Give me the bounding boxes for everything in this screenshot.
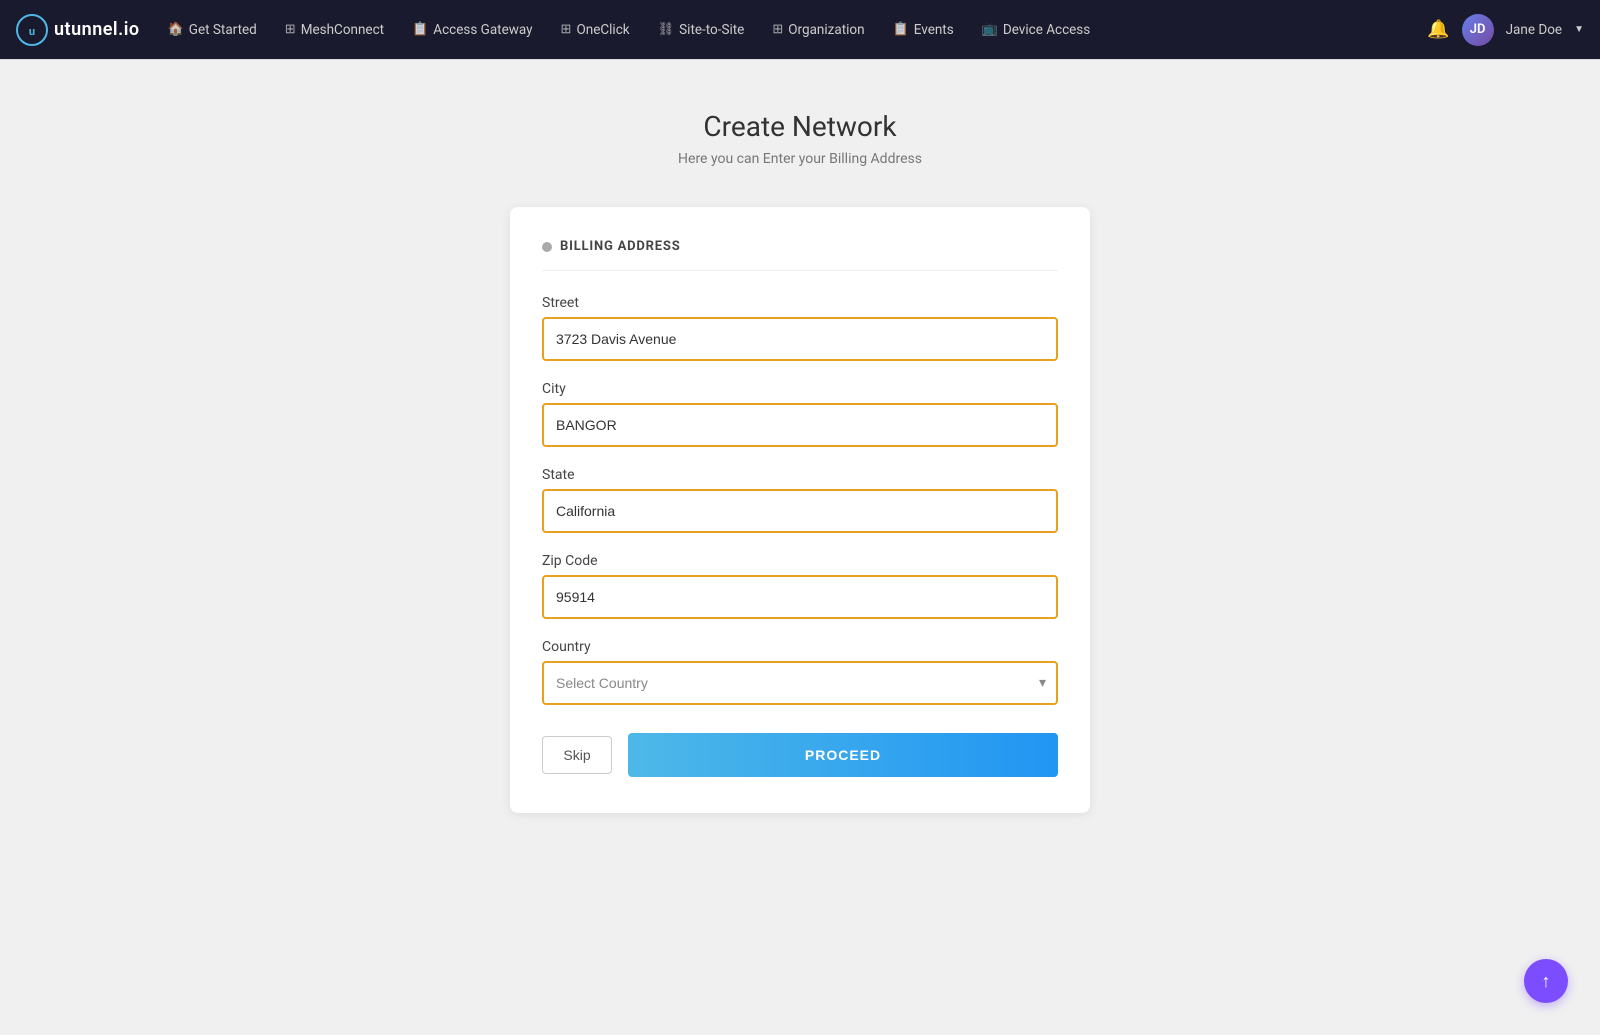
section-dot-icon (542, 242, 552, 252)
organization-icon: ⊞ (772, 22, 783, 37)
street-group: Street (542, 295, 1058, 361)
nav-label-meshconnect: MeshConnect (301, 22, 384, 38)
brand-name: utunnel.io (54, 19, 140, 40)
avatar: JD (1462, 14, 1494, 46)
notification-bell-icon[interactable]: 🔔 (1427, 19, 1449, 40)
svg-text:u: u (29, 25, 35, 38)
nav-label-device-access: Device Access (1003, 22, 1090, 38)
meshconnect-icon: ⊞ (285, 22, 296, 37)
brand-logo-icon: u (16, 14, 48, 46)
state-group: State (542, 467, 1058, 533)
state-label: State (542, 467, 1058, 483)
zip-code-input[interactable] (542, 575, 1058, 619)
chevron-down-icon[interactable]: ▼ (1574, 24, 1584, 35)
billing-address-card: BILLING ADDRESS Street City State Zip Co… (510, 207, 1090, 813)
oneclick-icon: ⊞ (561, 22, 572, 37)
nav-item-organization[interactable]: ⊞ Organization (760, 16, 876, 44)
street-label: Street (542, 295, 1058, 311)
nav-label-organization: Organization (788, 22, 864, 38)
page-title: Create Network (703, 110, 896, 143)
zip-code-group: Zip Code (542, 553, 1058, 619)
device-access-icon: 📺 (982, 22, 998, 37)
nav-label-access-gateway: Access Gateway (433, 22, 532, 38)
nav-item-meshconnect[interactable]: ⊞ MeshConnect (273, 16, 396, 44)
nav-item-get-started[interactable]: 🏠 Get Started (156, 16, 269, 44)
events-icon: 📋 (893, 22, 909, 37)
site-to-site-icon: ⛓ (658, 22, 675, 37)
brand[interactable]: u utunnel.io (16, 14, 140, 46)
nav-label-get-started: Get Started (189, 22, 257, 38)
access-gateway-icon: 📋 (412, 22, 428, 37)
nav-label-events: Events (914, 22, 954, 38)
nav-item-access-gateway[interactable]: 📋 Access Gateway (400, 16, 544, 44)
main-content: Create Network Here you can Enter your B… (0, 60, 1600, 813)
skip-button[interactable]: Skip (542, 736, 612, 774)
country-select[interactable]: Select Country United States Canada Unit… (542, 661, 1058, 705)
city-label: City (542, 381, 1058, 397)
city-group: City (542, 381, 1058, 447)
home-icon: 🏠 (168, 22, 184, 37)
nav-label-site-to-site: Site-to-Site (679, 22, 744, 38)
section-title: BILLING ADDRESS (560, 239, 681, 254)
nav-item-site-to-site[interactable]: ⛓ Site-to-Site (646, 16, 757, 44)
nav-label-oneclick: OneClick (576, 22, 629, 38)
scroll-to-top-button[interactable]: ↑ (1524, 959, 1568, 1003)
country-group: Country Select Country United States Can… (542, 639, 1058, 705)
navbar: u utunnel.io 🏠 Get Started ⊞ MeshConnect… (0, 0, 1600, 59)
page-subtitle: Here you can Enter your Billing Address (678, 151, 922, 167)
country-label: Country (542, 639, 1058, 655)
street-input[interactable] (542, 317, 1058, 361)
user-name: Jane Doe (1506, 22, 1562, 38)
zip-code-label: Zip Code (542, 553, 1058, 569)
proceed-button[interactable]: PROCEED (628, 733, 1058, 777)
navbar-right: 🔔 JD Jane Doe ▼ (1427, 14, 1584, 46)
nav-item-device-access[interactable]: 📺 Device Access (970, 16, 1103, 44)
section-header: BILLING ADDRESS (542, 239, 1058, 271)
city-input[interactable] (542, 403, 1058, 447)
nav-item-events[interactable]: 📋 Events (881, 16, 966, 44)
country-select-wrapper: Select Country United States Canada Unit… (542, 661, 1058, 705)
arrow-up-icon: ↑ (1542, 971, 1551, 992)
form-actions: Skip PROCEED (542, 733, 1058, 777)
nav-item-oneclick[interactable]: ⊞ OneClick (549, 16, 642, 44)
state-input[interactable] (542, 489, 1058, 533)
